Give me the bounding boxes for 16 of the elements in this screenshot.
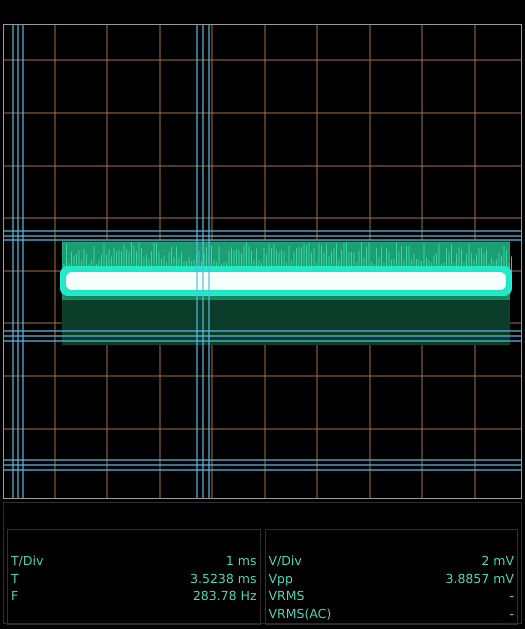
measurement-value: - — [509, 606, 514, 621]
measurement-label: VRMS(AC) — [268, 606, 332, 621]
measurement-value: 283.78 Hz — [192, 588, 256, 604]
measurement-label: Vpp — [268, 570, 293, 586]
measurement-value: - — [509, 588, 514, 604]
horizontal-cursor-lines[interactable] — [4, 230, 521, 471]
measurement-value: 3.8857 mV — [446, 570, 514, 586]
measurement-value: 3.5238 ms — [190, 570, 256, 586]
measurement-label: V/Div — [268, 553, 302, 568]
measurement-label: VRMS — [268, 588, 304, 604]
measurement-label: T/Div — [11, 553, 44, 568]
measurement-value: 1 ms — [226, 553, 256, 568]
measurement-label: F — [11, 588, 18, 604]
vertical-cursor-lines[interactable] — [12, 25, 210, 498]
measurement-value: 2 mV — [481, 553, 514, 568]
measurement-label: T — [11, 570, 19, 586]
